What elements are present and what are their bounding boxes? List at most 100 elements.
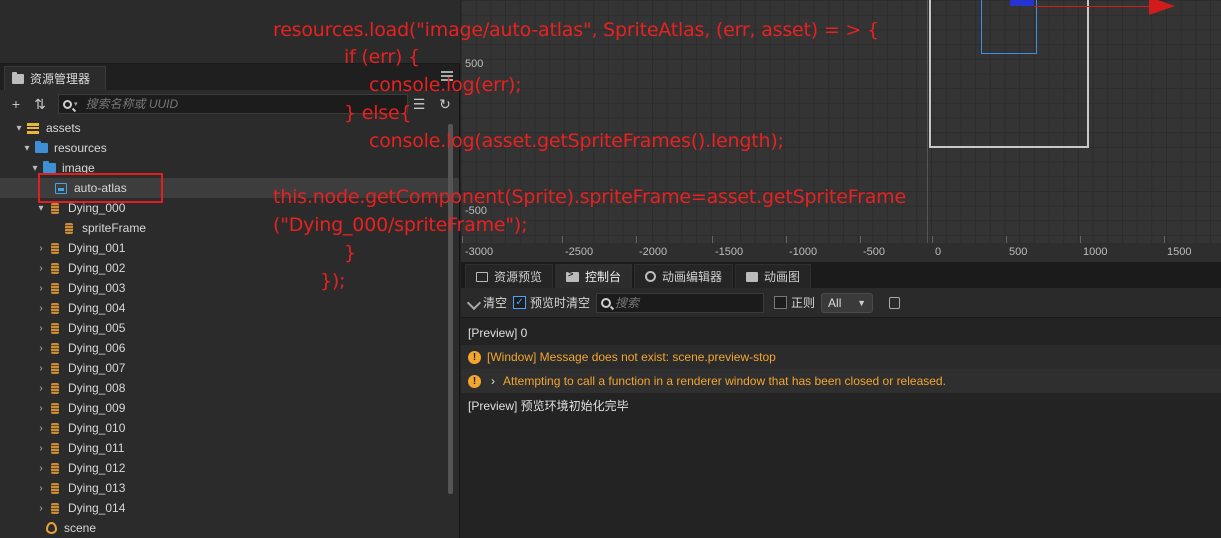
x-label: 500 (1009, 246, 1028, 258)
y-axis-line (927, 0, 928, 262)
tree-item-dying-012[interactable]: › Dying_012 (0, 458, 459, 478)
refresh-icon[interactable]: ↻ (435, 94, 455, 114)
log-line[interactable]: [Preview] 0 (461, 321, 1221, 345)
tree-item-scene[interactable]: scene (0, 518, 459, 538)
clear-button[interactable]: 清空 (466, 294, 508, 311)
tree-item-label: Dying_009 (68, 401, 126, 415)
sprite-frame-icon-glyph (51, 242, 59, 254)
log-text: [Preview] 0 (468, 326, 528, 340)
tab-animation-editor[interactable]: 动画编辑器 (634, 264, 734, 288)
checkbox-unchecked-icon[interactable] (774, 296, 788, 309)
expand-down-icon[interactable]: ▾ (12, 123, 26, 134)
log-line[interactable]: ! › Attempting to call a function in a ren… (461, 369, 1221, 393)
tree-item-dying-007[interactable]: › Dying_007 (0, 358, 459, 378)
expand-right-icon[interactable]: › (34, 403, 48, 414)
expand-right-icon[interactable]: › (34, 383, 48, 394)
tree-item-dying-002[interactable]: › Dying_002 (0, 258, 459, 278)
expand-right-icon[interactable]: › (34, 243, 48, 254)
tree-item-label: image (62, 161, 95, 175)
x-axis-gizmo[interactable] (1034, 6, 1154, 7)
sprite-frame-icon-glyph (51, 322, 59, 334)
expand-right-icon[interactable]: › (34, 343, 48, 354)
clear-on-preview-toggle[interactable]: ✓ 预览时清空 (513, 294, 590, 311)
tree-item-image[interactable]: ▾ image (0, 158, 459, 178)
tab-label: 资源预览 (494, 270, 543, 284)
expand-right-icon[interactable]: › (34, 423, 48, 434)
tree-item-resources[interactable]: ▾ resources (0, 138, 459, 158)
tree-item-spriteframe[interactable]: spriteFrame (0, 218, 459, 238)
panel-menu-icon[interactable] (441, 71, 453, 81)
tree-item-assets[interactable]: ▾ assets (0, 118, 459, 138)
tree-item-label: Dying_008 (68, 381, 126, 395)
sprite-frame-icon (48, 421, 62, 435)
asset-search-box[interactable]: ▾ (58, 94, 408, 114)
expand-right-icon[interactable]: › (34, 263, 48, 274)
x-arrow-icon[interactable] (1149, 0, 1175, 15)
x-tick (860, 236, 861, 243)
tree-item-dying-003[interactable]: › Dying_003 (0, 278, 459, 298)
scene-viewport[interactable]: 500 -500 -3000 -2500 -2000 -1500 -1000 -500 0 5… (461, 0, 1221, 262)
tab-label: 动画图 (764, 270, 801, 284)
checkbox-checked-icon[interactable]: ✓ (513, 296, 527, 309)
expand-right-icon[interactable]: › (34, 303, 48, 314)
expand-right-icon[interactable]: › (34, 503, 48, 514)
x-label: -1000 (789, 246, 818, 258)
tree-item-dying-004[interactable]: › Dying_004 (0, 298, 459, 318)
add-icon[interactable]: + (6, 94, 26, 114)
list-view-icon[interactable]: ☰ (409, 94, 429, 114)
console-search-box[interactable] (596, 292, 765, 313)
copy-icon[interactable] (889, 296, 901, 309)
expand-right-icon[interactable]: › (34, 323, 48, 334)
sprite-frame-icon (48, 241, 62, 255)
tree-item-dying-011[interactable]: › Dying_011 (0, 438, 459, 458)
tree-item-dying-014[interactable]: › Dying_014 (0, 498, 459, 518)
tree-item-label: assets (46, 121, 81, 135)
log-level-select[interactable]: All ▼ (821, 292, 874, 313)
expand-right-icon[interactable]: › (34, 363, 48, 374)
regex-toggle[interactable]: 正则 (774, 294, 815, 311)
tree-item-dying-013[interactable]: › Dying_013 (0, 478, 459, 498)
console-search-input[interactable] (615, 295, 756, 310)
expand-down-icon[interactable]: ▾ (28, 163, 42, 174)
console-toolbar: 清空 ✓ 预览时清空 正则 All ▼ (461, 288, 1221, 318)
tree-item-dying-009[interactable]: › Dying_009 (0, 398, 459, 418)
sprite-frame-icon (48, 401, 62, 415)
expand-right-icon[interactable]: › (34, 463, 48, 474)
expand-right-icon[interactable]: › (491, 374, 495, 388)
asset-search-input[interactable] (85, 97, 386, 111)
x-tick (1164, 236, 1165, 243)
tree-item-dying-008[interactable]: › Dying_008 (0, 378, 459, 398)
tab-label: 动画编辑器 (662, 270, 723, 284)
tree-item-dying-000[interactable]: ▾ Dying_000 (0, 198, 459, 218)
expand-down-icon[interactable]: ▾ (34, 203, 48, 214)
tree-item-label: spriteFrame (82, 221, 147, 235)
search-dropdown-icon[interactable]: ▾ (74, 100, 78, 108)
tab-animation-graph[interactable]: 动画图 (735, 264, 812, 288)
asset-tree: ▾ assets ▾ resources ▾ image auto-atlas ▾ Dying_… (0, 118, 459, 538)
sort-icon[interactable]: ⇅ (30, 94, 50, 114)
expand-right-icon[interactable]: › (34, 283, 48, 294)
sprite-frame-icon (48, 481, 62, 495)
tree-item-auto-atlas[interactable]: auto-atlas (0, 178, 459, 198)
database-icon-glyph (27, 122, 39, 134)
tab-asset-manager[interactable]: 资源管理器 (4, 66, 106, 90)
log-line[interactable]: ! [Window] Message does not exist: scene.… (461, 345, 1221, 369)
tab-console[interactable]: 控制台 (555, 264, 633, 288)
tree-item-dying-005[interactable]: › Dying_005 (0, 318, 459, 338)
clear-on-preview-label: 预览时清空 (530, 296, 591, 310)
tab-asset-preview[interactable]: 资源预览 (465, 264, 554, 288)
tree-item-dying-006[interactable]: › Dying_006 (0, 338, 459, 358)
clear-label: 清空 (483, 296, 508, 310)
tree-item-dying-001[interactable]: › Dying_001 (0, 238, 459, 258)
sprite-frame-icon-glyph (51, 462, 59, 474)
gizmo-handle[interactable] (1010, 0, 1034, 6)
sprite-atlas-icon-glyph (55, 182, 67, 194)
x-label: -1500 (715, 246, 744, 258)
expand-right-icon[interactable]: › (34, 443, 48, 454)
expand-right-icon[interactable]: › (34, 483, 48, 494)
asset-toolbar: + ⇅ ▾ ☰ ↻ (0, 90, 459, 118)
tree-item-dying-010[interactable]: › Dying_010 (0, 418, 459, 438)
expand-down-icon[interactable]: ▾ (20, 143, 34, 154)
log-line[interactable]: [Preview] 预览环境初始化完毕 (461, 393, 1221, 417)
asset-tree-scrollbar[interactable] (448, 124, 453, 494)
